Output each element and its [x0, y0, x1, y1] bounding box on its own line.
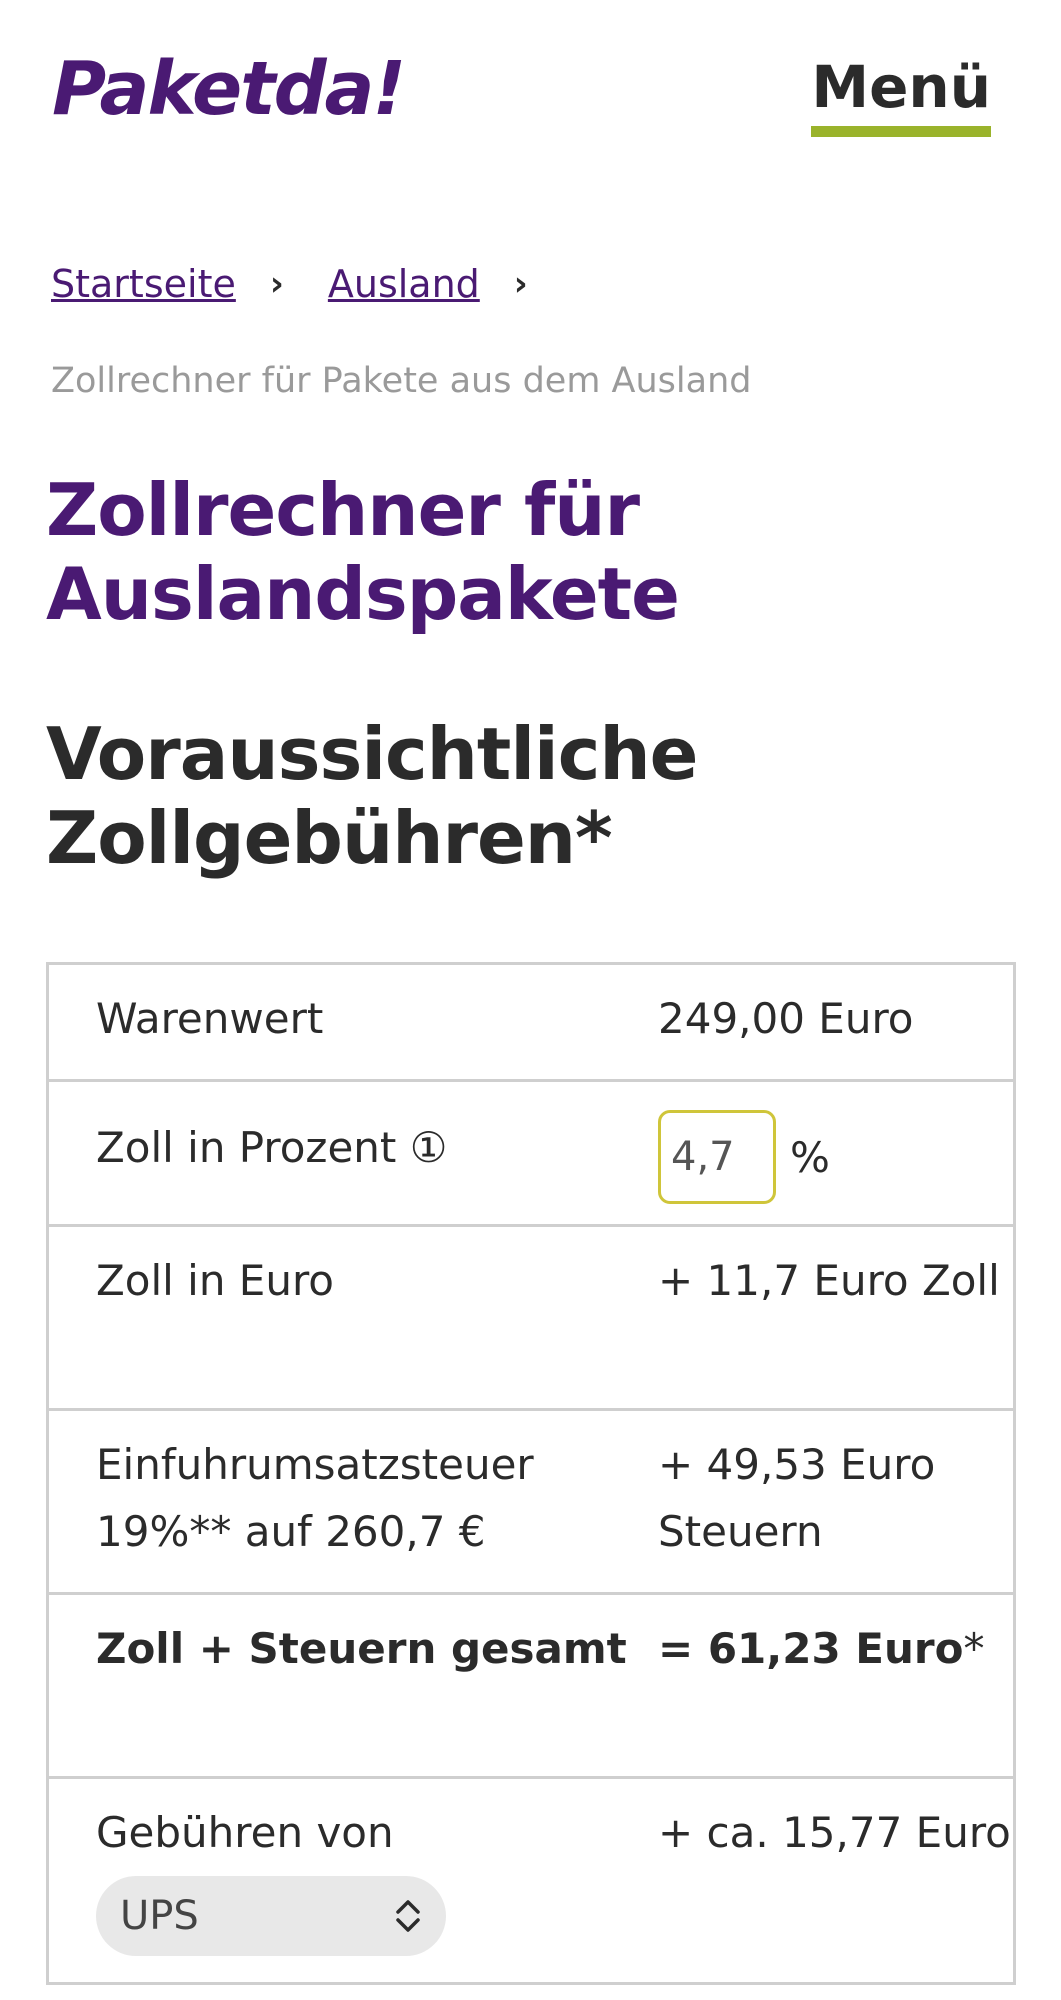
table-row-zoll-euro: Zoll in Euro + 11,7 Euro Zoll [49, 1227, 1013, 1411]
gesamt-label: Zoll + Steuern gesamt [96, 1624, 627, 1673]
table-row-zoll-prozent: Zoll in Prozent ① % [49, 1082, 1013, 1227]
breadcrumb-link-startseite[interactable]: Startseite [51, 262, 236, 306]
table-row-einfuhrumsatzsteuer: Einfuhrumsatzsteuer 19%** auf 260,7 € + … [49, 1411, 1013, 1595]
carrier-select[interactable]: UPS [96, 1876, 446, 1956]
section-title: Voraussichtliche Zollgebühren* [46, 712, 698, 880]
zoll-prozent-label-cell: Zoll in Prozent ① [49, 1114, 658, 1224]
percent-sign: % [790, 1132, 830, 1182]
site-header: Paketda! Menü [0, 0, 1061, 170]
page-title: Zollrechner für Auslandspakete [46, 468, 680, 636]
gebuehren-value: + ca. 15,77 Euro [658, 1808, 1011, 1857]
carrier-select-value: UPS [120, 1892, 199, 1939]
eust-label: Einfuhrumsatzsteuer 19%** auf 260,7 € [96, 1440, 534, 1556]
zoll-euro-label: Zoll in Euro [96, 1256, 334, 1305]
site-logo[interactable]: Paketda! [52, 52, 406, 126]
table-row-gesamt: Zoll + Steuern gesamt = 61,23 Euro* [49, 1595, 1013, 1779]
chevron-right-icon: › [513, 264, 528, 304]
table-row-gebuehren: Gebühren von UPS + ca. 15,77 Euro [49, 1779, 1013, 1982]
info-icon[interactable]: ① [410, 1123, 448, 1172]
chevron-right-icon: › [269, 264, 284, 304]
current-page-label: Zollrechner für Pakete aus dem Ausland [51, 361, 752, 401]
gesamt-value: = 61,23 Euro [658, 1624, 964, 1673]
gesamt-asterisk: * [963, 1624, 985, 1673]
gesamt-value-cell: = 61,23 Euro* [658, 1615, 1013, 1776]
breadcrumb-link-ausland[interactable]: Ausland [328, 262, 480, 306]
select-arrows-icon [394, 1896, 422, 1936]
table-row-warenwert: Warenwert 249,00 Euro [49, 965, 1013, 1082]
zoll-percent-input[interactable] [658, 1110, 776, 1204]
gebuehren-label-cell: Gebühren von UPS [49, 1799, 658, 1982]
zoll-prozent-value-cell: % [658, 1110, 1013, 1224]
warenwert-label: Warenwert [96, 994, 324, 1043]
warenwert-value: 249,00 Euro [658, 994, 914, 1043]
fee-table: Warenwert 249,00 Euro Zoll in Prozent ① … [46, 962, 1016, 1985]
eust-value: + 49,53 Euro Steuern [658, 1440, 936, 1556]
zoll-euro-value: + 11,7 Euro Zoll [658, 1256, 1000, 1305]
percent-input-group: % [658, 1110, 1013, 1204]
chevron-up-down-icon [396, 1900, 420, 1932]
breadcrumb: Startseite › Ausland › [51, 262, 572, 306]
gebuehren-label: Gebühren von [96, 1808, 394, 1857]
zoll-prozent-label: Zoll in Prozent [96, 1123, 397, 1172]
menu-button[interactable]: Menü [811, 58, 991, 137]
